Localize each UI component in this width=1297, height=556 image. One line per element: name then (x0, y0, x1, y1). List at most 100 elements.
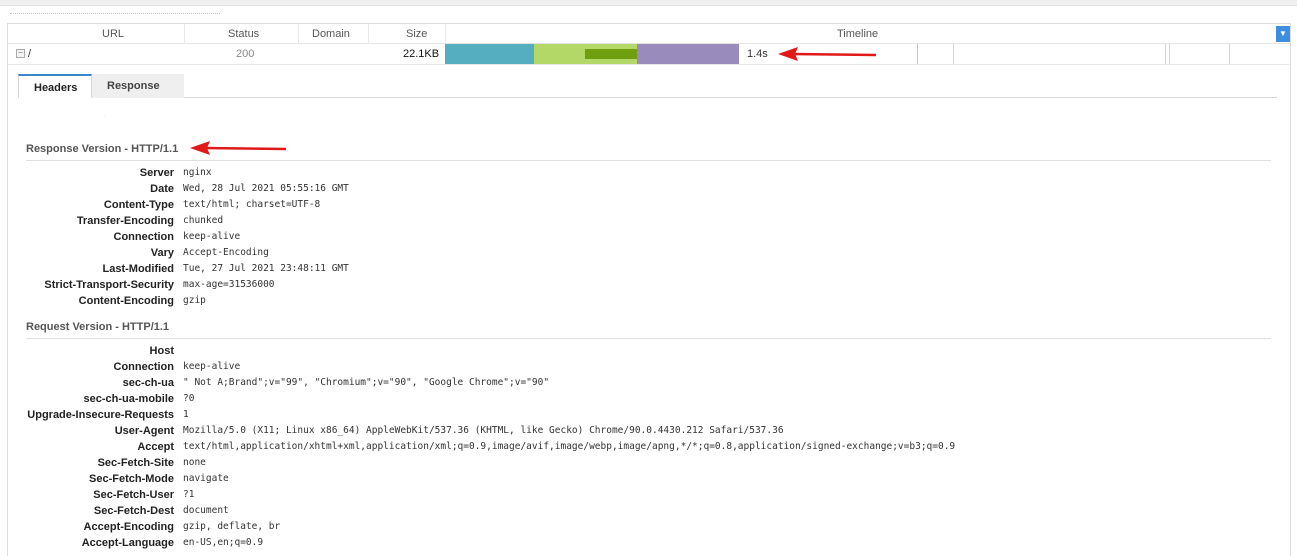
header-row: Last-Modified Tue, 27 Jul 2021 23:48:11 G… (8, 263, 1288, 279)
header-row: Sec-Fetch-Dest document (8, 505, 1288, 521)
header-value: " Not A;Brand";v="99", "Chromium";v="90"… (183, 377, 550, 388)
top-strip-ghost (10, 13, 220, 16)
request-url: / (28, 48, 32, 60)
header-name: Sec-Fetch-User (93, 489, 174, 501)
header-name: Accept-Language (81, 537, 174, 549)
header-row: Connection keep-alive (8, 361, 1288, 377)
header-value: text/html; charset=UTF-8 (183, 199, 321, 210)
timeline-gridline (1169, 44, 1170, 64)
header-name: Content-Type (103, 199, 174, 211)
faint-mark: . (104, 109, 107, 118)
header-name: Transfer-Encoding (76, 215, 174, 227)
tab-response[interactable]: Response (92, 74, 184, 98)
header-name: Sec-Fetch-Dest (93, 505, 174, 517)
header-value: Accept-Encoding (183, 247, 269, 258)
timeline-receiving-bar (637, 44, 739, 64)
header-value: chunked (183, 215, 224, 226)
header-row: Vary Accept-Encoding (8, 247, 1288, 263)
request-status: 200 (236, 48, 255, 60)
header-name: Date (150, 183, 174, 195)
response-section-title: Response Version - HTTP/1.1 (26, 143, 179, 155)
header-value: document (183, 505, 229, 516)
header-row: Accept-Encoding gzip, deflate, br (8, 521, 1288, 537)
timeline-gridline (953, 44, 954, 64)
header-row: User-Agent Mozilla/5.0 (X11; Linux x86_64… (8, 425, 1288, 441)
header-name: Accept-Encoding (83, 521, 174, 533)
header-name: Server (139, 167, 174, 179)
column-domain[interactable]: Domain (312, 28, 350, 40)
header-value: none (183, 457, 206, 468)
timeline-waiting-inner-bar (585, 49, 637, 59)
header-name: Sec-Fetch-Site (97, 457, 174, 469)
request-size: 22.1KB (403, 48, 440, 60)
header-name: User-Agent (114, 425, 174, 437)
tab-headers[interactable]: Headers (18, 74, 92, 98)
column-divider (298, 24, 299, 44)
header-name: Strict-Transport-Security (44, 279, 174, 291)
header-value: keep-alive (183, 361, 241, 372)
red-arrow (190, 141, 287, 155)
header-row: Host (8, 345, 1288, 361)
header-row: sec-ch-ua-mobile ?0 (8, 393, 1288, 409)
column-divider (445, 24, 446, 44)
header-row: Server nginx (8, 167, 1288, 183)
header-value: keep-alive (183, 231, 241, 242)
header-value: max-age=31536000 (183, 279, 275, 290)
header-value: Tue, 27 Jul 2021 23:48:11 GMT (183, 263, 349, 274)
header-row: sec-ch-ua " Not A;Brand";v="99", "Chromiu… (8, 377, 1288, 393)
table-row[interactable]: − / 200 22.1KB 1.4s (8, 44, 1290, 65)
header-name: Sec-Fetch-Mode (89, 473, 174, 485)
top-strip (0, 0, 1297, 6)
details-tabs: Headers Response (18, 74, 1277, 98)
column-url[interactable]: URL (102, 28, 124, 40)
header-value: ?1 (183, 489, 195, 500)
timeline-waiting-bar (534, 44, 637, 64)
minus-box-icon[interactable]: − (16, 49, 25, 58)
request-section-title: Request Version - HTTP/1.1 (26, 321, 170, 333)
header-value: navigate (183, 473, 229, 484)
column-status[interactable]: Status (228, 28, 259, 40)
header-row: Transfer-Encoding chunked (8, 215, 1288, 231)
section-divider (26, 338, 1271, 339)
timeline-blocking-bar (445, 44, 534, 64)
header-row: Date Wed, 28 Jul 2021 05:55:16 GMT (8, 183, 1288, 199)
header-name: Connection (113, 231, 175, 243)
header-value: nginx (183, 167, 212, 178)
header-value: gzip, deflate, br (183, 521, 281, 532)
header-name: Host (149, 345, 174, 357)
header-row: Accept-Language en-US,en;q=0.9 (8, 537, 1288, 553)
table-header: URL Status Domain Size Timeline ▼ (8, 24, 1290, 44)
chevron-down-icon[interactable]: ▼ (1276, 26, 1290, 42)
header-row: Strict-Transport-Security max-age=3153600… (8, 279, 1288, 295)
column-timeline[interactable]: Timeline (837, 28, 878, 40)
header-row: Sec-Fetch-Mode navigate (8, 473, 1288, 489)
header-value: en-US,en;q=0.9 (183, 537, 264, 548)
header-value: Wed, 28 Jul 2021 05:55:16 GMT (183, 183, 349, 194)
header-value: text/html,application/xhtml+xml,applicat… (183, 441, 956, 452)
header-row: Sec-Fetch-Site none (8, 457, 1288, 473)
timeline-marker (917, 44, 918, 64)
header-name: Last-Modified (102, 263, 175, 275)
header-row: Sec-Fetch-User ?1 (8, 489, 1288, 505)
header-row: Content-Encoding gzip (8, 295, 1288, 311)
timeline-gridline (1165, 44, 1166, 64)
header-name: Content-Encoding (78, 295, 174, 307)
header-value: gzip (183, 295, 206, 306)
header-value: 1 (183, 409, 189, 420)
column-size[interactable]: Size (406, 28, 427, 40)
header-row: Connection keep-alive (8, 231, 1288, 247)
red-arrow (778, 47, 877, 61)
network-table: URL Status Domain Size Timeline ▼ − / 20… (7, 23, 1291, 65)
header-row: Accept text/html,application/xhtml+xml,ap… (8, 441, 1288, 457)
column-divider (184, 24, 185, 44)
header-value: Mozilla/5.0 (X11; Linux x86_64) AppleWeb… (183, 425, 784, 436)
header-name: sec-ch-ua (122, 377, 174, 389)
header-row: Content-Type text/html; charset=UTF-8 (8, 199, 1288, 215)
header-row: Upgrade-Insecure-Requests 1 (8, 409, 1288, 425)
header-value: ?0 (183, 393, 195, 404)
section-divider (26, 160, 1271, 161)
header-name: Connection (113, 361, 175, 373)
column-divider (368, 24, 369, 44)
details-panel: Headers Response . Response Version - HT… (7, 65, 1291, 556)
request-time: 1.4s (747, 48, 768, 60)
